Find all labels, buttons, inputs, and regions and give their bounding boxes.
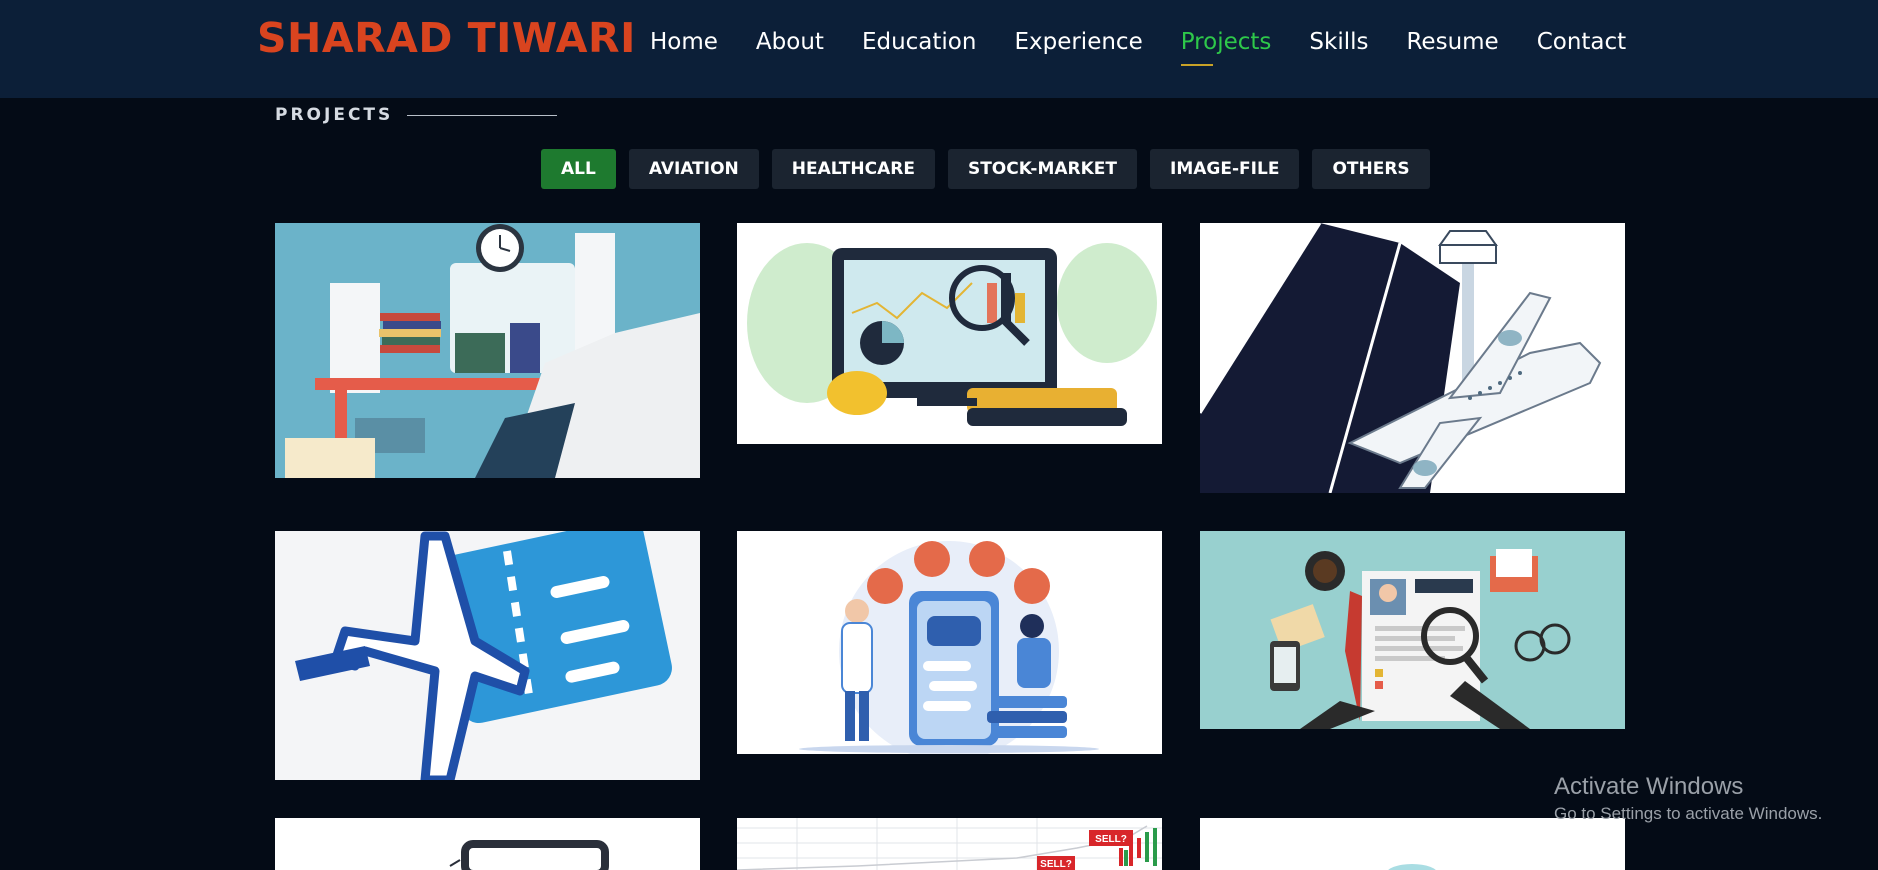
activate-windows-watermark: Activate Windows Go to Settings to activ…	[1554, 772, 1822, 826]
project-card-airplane-ticket[interactable]	[275, 531, 700, 780]
filter-stock-market-button[interactable]: STOCK-MARKET	[947, 149, 1138, 189]
project-card-aviation-airport[interactable]	[1200, 223, 1625, 493]
nav-contact[interactable]: Contact	[1537, 22, 1626, 62]
section-title: PROJECTS	[275, 105, 394, 125]
brand-logo[interactable]: SHARAD TIWARI	[257, 14, 636, 62]
project-filters: ALL AVIATION HEALTHCARE STOCK-MARKET IMA…	[541, 149, 1443, 189]
project-card-healthcare-chatbot[interactable]	[737, 531, 1162, 754]
nav-home[interactable]: Home	[650, 22, 718, 62]
stock-sell-label-top: SELL?	[1095, 834, 1127, 845]
nav-experience[interactable]: Experience	[1014, 22, 1142, 62]
main-nav: Home About Education Experience Projects…	[650, 22, 1664, 66]
project-card-office-files[interactable]	[275, 223, 700, 478]
healthcare-chatbot-illustration	[737, 531, 1162, 754]
stock-sell-label-bottom: SELL?	[1040, 859, 1072, 870]
airport-tower-airplane-illustration	[1200, 223, 1625, 493]
nav-resume[interactable]: Resume	[1406, 22, 1498, 62]
project-card-data-analytics[interactable]	[737, 223, 1162, 444]
section-heading: PROJECTS	[275, 104, 558, 126]
project-card-resume-review[interactable]	[1200, 531, 1625, 729]
resume-review-illustration	[1200, 531, 1625, 729]
nav-projects[interactable]: Projects	[1180, 22, 1271, 66]
filter-others-button[interactable]: OTHERS	[1312, 149, 1430, 189]
data-analytics-dashboard-illustration	[737, 223, 1162, 444]
nav-education[interactable]: Education	[862, 22, 977, 62]
activate-windows-title: Activate Windows	[1554, 773, 1744, 800]
section-title-rule	[407, 114, 558, 116]
filter-healthcare-button[interactable]: HEALTHCARE	[771, 149, 935, 189]
project-card-laptop[interactable]	[275, 818, 700, 870]
filter-image-file-button[interactable]: IMAGE-FILE	[1150, 149, 1300, 189]
nav-about[interactable]: About	[756, 22, 824, 62]
filter-all-button[interactable]: ALL	[541, 149, 616, 189]
laptop-illustration	[275, 818, 700, 870]
filter-aviation-button[interactable]: AVIATION	[628, 149, 759, 189]
project-card-stock-chart[interactable]: SELL? SELL?	[737, 818, 1162, 870]
office-desk-files-illustration	[275, 223, 700, 478]
stock-chart-illustration: SELL? SELL?	[737, 818, 1162, 870]
site-header: SHARAD TIWARI Home About Education Exper…	[0, 0, 1878, 98]
nav-skills[interactable]: Skills	[1309, 22, 1368, 62]
activate-windows-subtitle: Go to Settings to activate Windows.	[1554, 804, 1823, 823]
airplane-ticket-icon	[275, 531, 700, 780]
